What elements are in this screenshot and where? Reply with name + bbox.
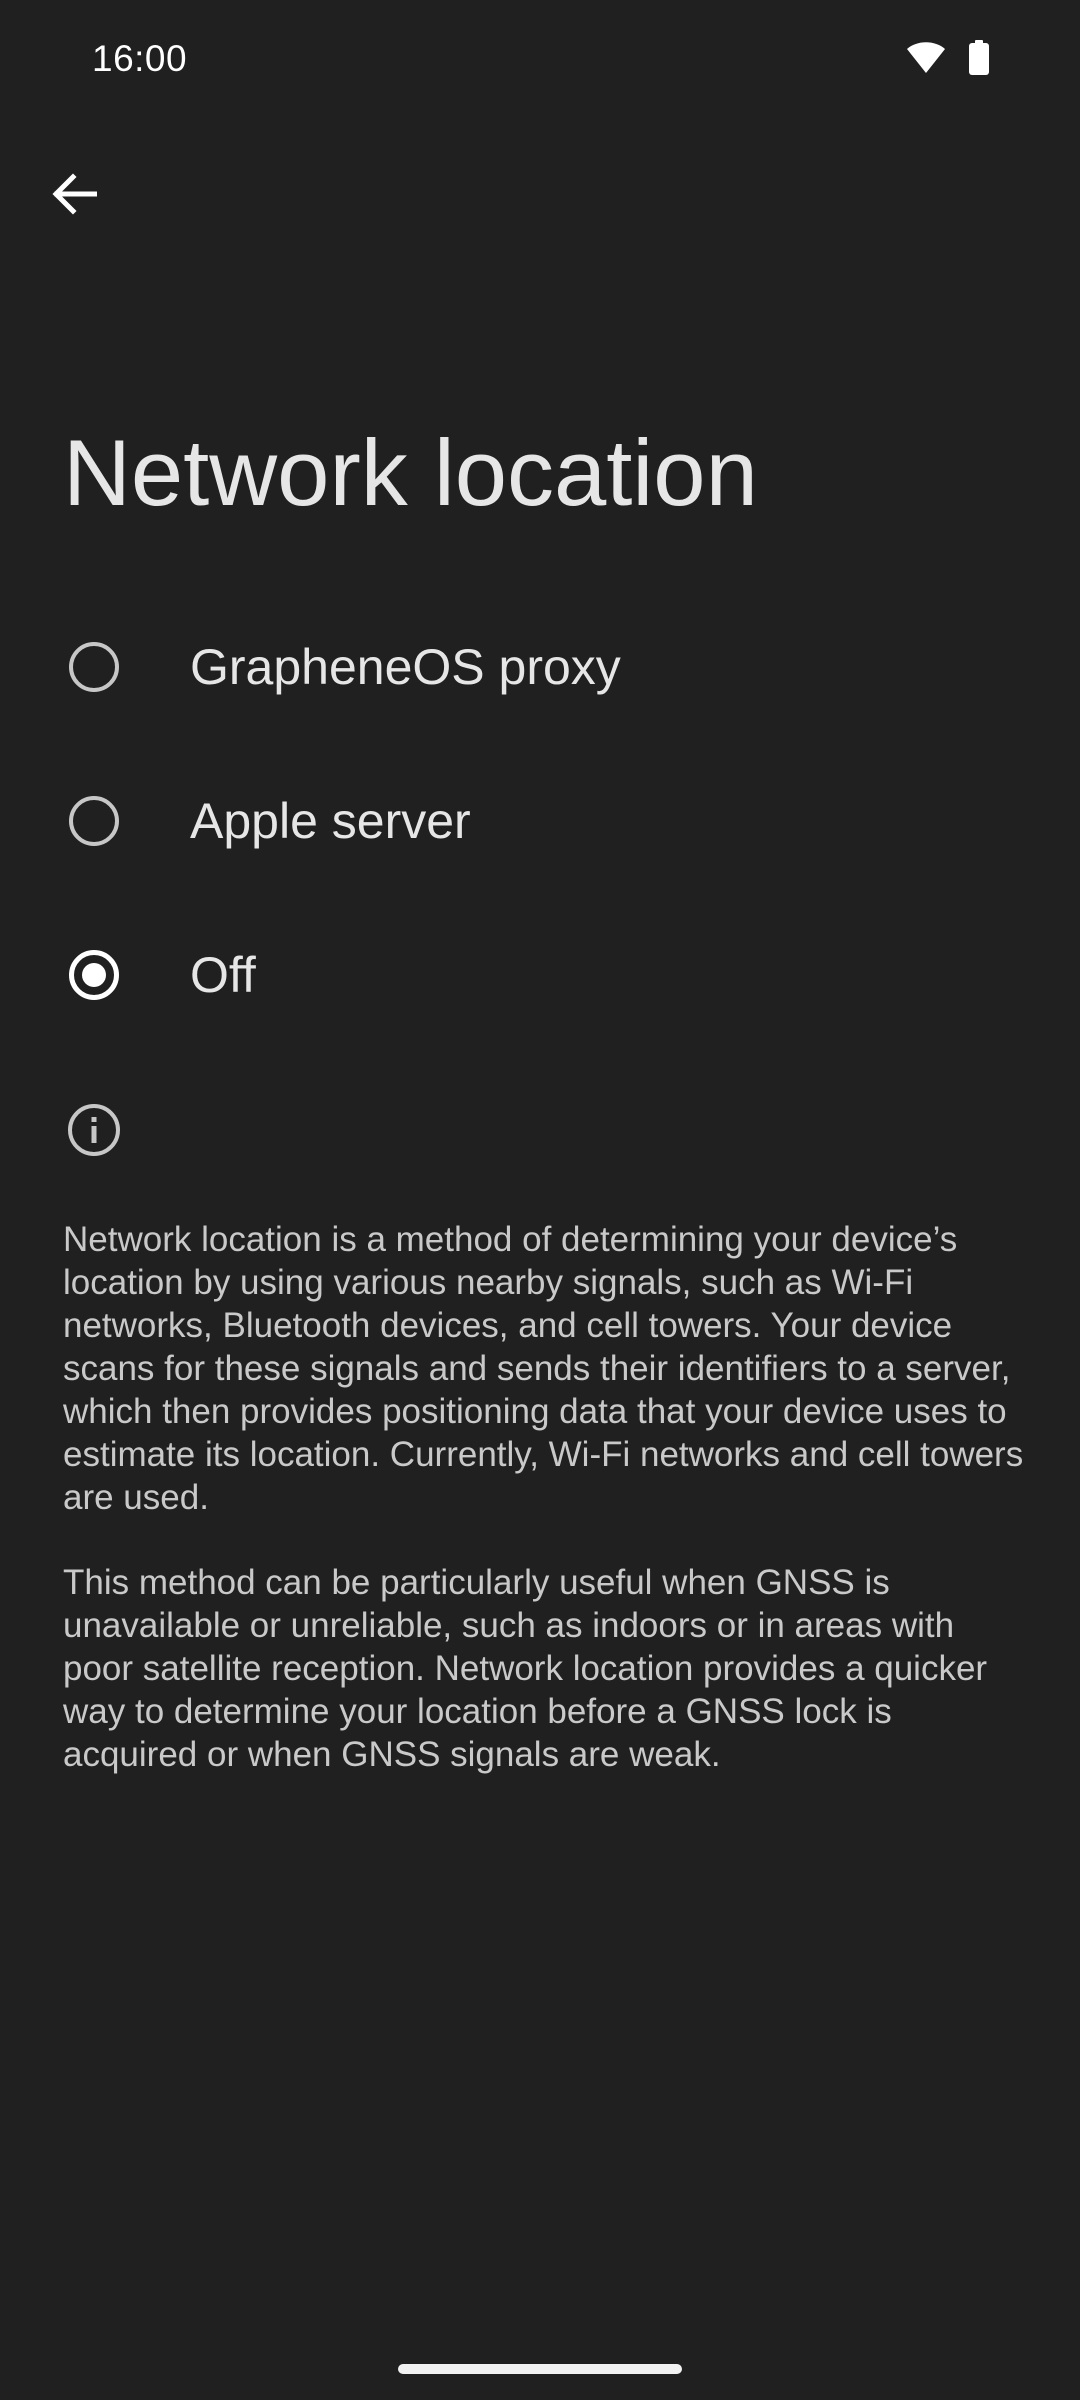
status-bar: 16:00 bbox=[0, 0, 1080, 120]
option-label: GrapheneOS proxy bbox=[190, 639, 621, 695]
arrow-back-icon bbox=[51, 172, 98, 220]
info-description: Network location is a method of determin… bbox=[63, 1218, 1033, 1818]
option-label: Off bbox=[190, 947, 256, 1003]
radio-button-graphene-proxy[interactable] bbox=[69, 642, 119, 692]
wifi-icon bbox=[906, 41, 946, 80]
page-title: Network location bbox=[63, 420, 758, 525]
info-paragraph: Network location is a method of determin… bbox=[63, 1220, 1024, 1517]
option-apple-server[interactable]: Apple server bbox=[0, 744, 1080, 898]
info-icon bbox=[67, 1103, 121, 1157]
radio-button-off[interactable] bbox=[69, 950, 119, 1000]
option-graphene-proxy[interactable]: GrapheneOS proxy bbox=[0, 590, 1080, 744]
home-indicator[interactable] bbox=[398, 2364, 682, 2374]
status-time: 16:00 bbox=[92, 38, 188, 79]
option-off[interactable]: Off bbox=[0, 898, 1080, 1052]
network-location-options: GrapheneOS proxy Apple server Off bbox=[0, 590, 1080, 1052]
battery-icon bbox=[968, 40, 990, 81]
option-label: Apple server bbox=[190, 793, 471, 849]
radio-button-apple-server[interactable] bbox=[69, 796, 119, 846]
status-icons bbox=[906, 40, 990, 81]
info-paragraph: This method can be particularly useful w… bbox=[63, 1563, 988, 1774]
back-button[interactable] bbox=[36, 158, 112, 234]
